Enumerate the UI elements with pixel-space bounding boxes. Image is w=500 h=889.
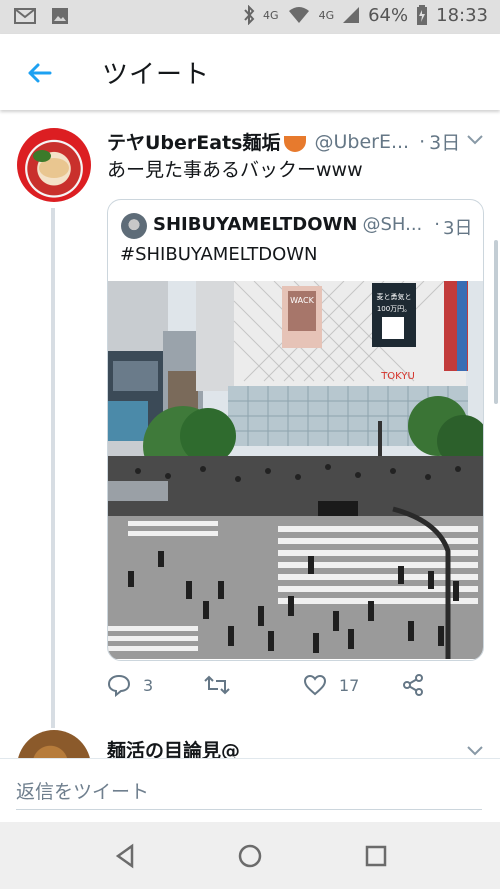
like-icon bbox=[303, 674, 327, 696]
quoted-text: #SHIBUYAMELTDOWN bbox=[120, 244, 318, 265]
tweet-time: 3日 bbox=[429, 132, 461, 154]
scrollbar[interactable] bbox=[494, 240, 498, 404]
quoted-header: SHIBUYAMELTDOWN @SH... · 3日 bbox=[153, 214, 472, 240]
share-action[interactable] bbox=[401, 673, 425, 697]
quoted-time: 3日 bbox=[443, 218, 473, 239]
avatar[interactable] bbox=[17, 128, 91, 202]
clock: 18:33 bbox=[436, 4, 488, 26]
author-handle[interactable]: @UberE... bbox=[314, 131, 409, 153]
thread-line bbox=[51, 208, 55, 728]
nav-back-icon[interactable] bbox=[112, 842, 140, 870]
tweet-actions: 3 17 bbox=[107, 673, 437, 703]
store-sign-text: TOKYU bbox=[380, 371, 415, 382]
retweet-action[interactable] bbox=[204, 673, 242, 697]
battery-percent: 64% bbox=[368, 4, 409, 26]
like-action[interactable]: 17 bbox=[303, 673, 359, 697]
app-bar: ツイート bbox=[0, 34, 500, 110]
reply-action[interactable]: 3 bbox=[107, 673, 153, 697]
share-icon bbox=[403, 674, 423, 696]
status-bar: 4G 4G 64% 18:33 bbox=[0, 0, 500, 34]
nav-recents-icon[interactable] bbox=[362, 842, 390, 870]
tweet-media-image[interactable]: 麦と勇気と 100万円。 WACK TOKYU bbox=[108, 281, 483, 659]
quoted-author-handle: @SH... bbox=[362, 214, 423, 235]
quoted-author-name: SHIBUYAMELTDOWN bbox=[153, 214, 358, 235]
billboard-text-3: WACK bbox=[290, 296, 314, 305]
reply-icon bbox=[107, 674, 131, 697]
tweet-header: テヤUberEats麺垢 @UberE... · 3日 bbox=[107, 128, 460, 155]
navigation-bar bbox=[0, 822, 500, 889]
signal-icon bbox=[343, 7, 360, 23]
network-type: 4G bbox=[263, 8, 279, 22]
quoted-avatar bbox=[121, 213, 147, 239]
quoted-tweet[interactable]: SHIBUYAMELTDOWN @SH... · 3日 #SHIBUYAMELT… bbox=[107, 199, 484, 661]
page-title: ツイート bbox=[102, 60, 211, 90]
nav-home-icon[interactable] bbox=[236, 842, 264, 870]
wifi-icon bbox=[288, 7, 309, 23]
billboard-text: 麦と勇気と bbox=[377, 292, 412, 301]
chevron-down-icon[interactable] bbox=[466, 134, 484, 146]
like-count: 17 bbox=[339, 675, 360, 695]
bluetooth-icon bbox=[244, 5, 255, 25]
image-icon bbox=[52, 8, 68, 24]
tweet-text: あー見た事あるバックーwww bbox=[107, 159, 363, 181]
quoted-separator-dot: · bbox=[434, 214, 440, 235]
retweet-icon bbox=[204, 675, 230, 695]
chevron-down-icon[interactable] bbox=[466, 745, 484, 757]
author-name[interactable]: テヤUberEats麺垢 bbox=[107, 128, 280, 155]
back-arrow-icon[interactable] bbox=[22, 56, 56, 90]
reply-input[interactable] bbox=[16, 775, 482, 810]
email-icon bbox=[14, 8, 36, 24]
reply-count: 3 bbox=[143, 675, 154, 695]
separator-dot: · bbox=[419, 130, 426, 153]
network-type-2: 4G bbox=[318, 8, 335, 22]
billboard-text-2: 100万円。 bbox=[377, 305, 411, 313]
reply-bar bbox=[0, 758, 500, 823]
ramen-emoji-icon bbox=[284, 135, 307, 152]
battery-icon bbox=[417, 5, 428, 25]
